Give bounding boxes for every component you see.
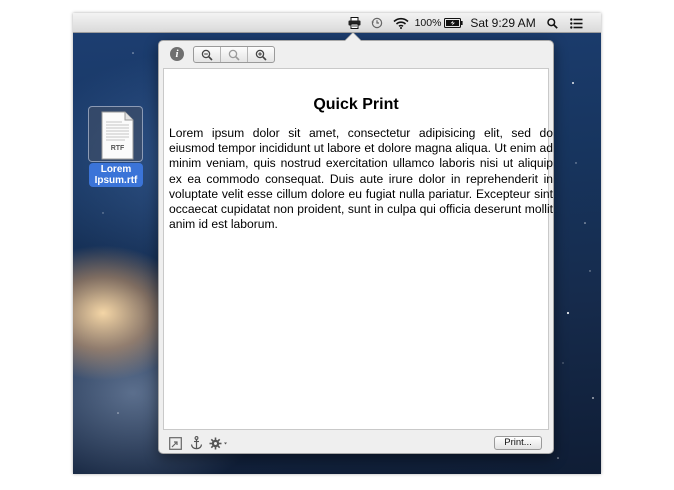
file-type-badge: RTF bbox=[110, 145, 125, 152]
document-preview[interactable]: Quick Print Lorem ipsum dolor sit amet, … bbox=[163, 68, 553, 430]
file-name-line1: Lorem bbox=[100, 164, 132, 175]
spotlight-icon[interactable] bbox=[544, 13, 560, 33]
file-icon-selection: RTF bbox=[88, 106, 143, 162]
desktop: 100% Sat 9:29 AM RTF Lorem Ipsum.rtf i Q… bbox=[73, 13, 601, 474]
popover-pointer bbox=[345, 33, 361, 41]
battery-icon[interactable] bbox=[442, 13, 464, 33]
notification-center-icon[interactable] bbox=[567, 13, 585, 33]
zoom-in-icon[interactable] bbox=[247, 47, 274, 62]
document-title: Quick Print bbox=[313, 96, 399, 113]
printer-icon[interactable] bbox=[345, 13, 363, 33]
time-machine-icon[interactable] bbox=[369, 13, 385, 33]
gear-icon[interactable] bbox=[209, 435, 231, 451]
menu-bar: 100% Sat 9:29 AM bbox=[73, 13, 601, 33]
detach-icon[interactable] bbox=[169, 435, 182, 451]
file-name-line2: Ipsum.rtf bbox=[94, 175, 138, 186]
print-button[interactable]: Print... bbox=[494, 436, 542, 450]
battery-percent: 100% bbox=[414, 17, 442, 29]
zoom-controls bbox=[193, 46, 275, 63]
menu-clock[interactable]: Sat 9:29 AM bbox=[468, 13, 538, 33]
wifi-icon[interactable] bbox=[391, 13, 411, 33]
file-name-label: Lorem Ipsum.rtf bbox=[89, 163, 143, 187]
anchor-icon[interactable] bbox=[190, 435, 203, 451]
document-body: Lorem ipsum dolor sit amet, consectetur … bbox=[169, 126, 553, 232]
quick-print-popover: i Quick Print Lorem ipsum dolor sit amet… bbox=[158, 32, 554, 454]
rtf-document-icon bbox=[101, 111, 134, 160]
zoom-out-icon[interactable] bbox=[194, 47, 220, 62]
info-icon[interactable]: i bbox=[170, 47, 184, 61]
popover-bottom-bar: Print... bbox=[159, 432, 553, 454]
zoom-actual-icon[interactable] bbox=[220, 47, 247, 62]
